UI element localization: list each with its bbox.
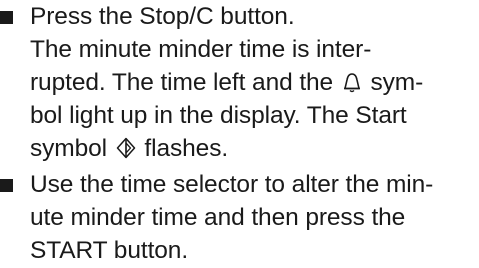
instruction-line: The minute minder time is inter- [30,36,372,63]
bell-icon [342,72,362,93]
instruction-line-part: symbol [30,135,114,162]
instruction-line: Press the Stop/C button. [30,3,295,30]
start-symbol-icon [116,137,136,159]
instruction-line: START button. [30,237,189,264]
instruction-line-part: sym- [363,69,424,96]
bullet-square-icon [0,11,13,24]
instruction-text: Press the Stop/C button. The minute mind… [30,0,470,165]
instruction-page: Press the Stop/C button. The minute mind… [0,0,479,268]
instruction-line: Use the time selector to alter the min- [30,171,434,198]
instruction-line: ute minder time and then press the [30,204,406,231]
instruction-line-part: rupted. The time left and the [30,69,340,96]
instruction-text: Use the time selector to alter the min- … [30,168,470,267]
bullet-square-icon [0,179,13,192]
instruction-line-part: flashes. [137,135,229,162]
instruction-line: bol light up in the display. The Start [30,102,407,129]
instruction-line: rupted. The time left and the sym- [30,66,470,99]
instruction-line: symbol flashes. [30,132,470,165]
